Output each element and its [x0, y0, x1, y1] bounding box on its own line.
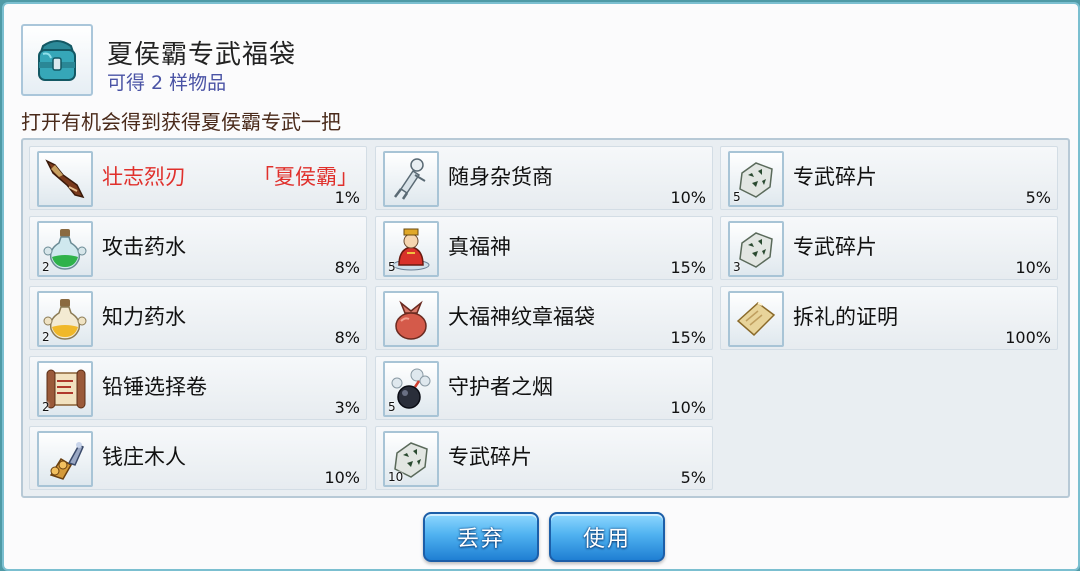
reward-item[interactable]: 拆礼的证明 100% — [720, 286, 1058, 350]
page-title: 夏侯霸专武福袋 — [107, 40, 297, 70]
red-pouch-icon — [387, 295, 435, 343]
item-drop-rate: 5% — [680, 468, 706, 487]
discard-button[interactable]: 丢弃 — [423, 512, 539, 562]
item-icon-frame: 5 — [728, 151, 784, 207]
use-button[interactable]: 使用 — [549, 512, 665, 562]
item-icon-frame: 5 — [383, 361, 439, 417]
reward-item[interactable]: 随身杂货商 10% — [375, 146, 713, 210]
item-name: 真福神 — [448, 235, 511, 259]
item-quantity: 10 — [388, 470, 404, 484]
item-icon-frame — [37, 431, 93, 487]
item-dialog: 夏侯霸专武福袋 可得 2 样物品 打开有机会得到获得夏侯霸专武一把 壮志烈刃 「… — [2, 2, 1080, 571]
item-name: 随身杂货商 — [448, 165, 553, 189]
item-name: 专武碎片 — [793, 235, 877, 259]
item-drop-rate: 8% — [334, 328, 360, 347]
reward-item[interactable]: 3 专武碎片 10% — [720, 216, 1058, 280]
item-drop-rate: 8% — [334, 258, 360, 277]
item-drop-rate: 15% — [670, 328, 706, 347]
item-quantity: 2 — [42, 330, 50, 344]
item-name: 专武碎片 — [793, 165, 877, 189]
item-name: 拆礼的证明 — [793, 305, 898, 329]
blade-icon — [41, 155, 89, 203]
reward-item[interactable]: 2 铅锤选择卷 3% — [29, 356, 367, 420]
item-icon-frame — [37, 151, 93, 207]
item-drop-rate: 10% — [670, 188, 706, 207]
item-drop-rate: 10% — [324, 468, 360, 487]
item-drop-rate: 10% — [670, 398, 706, 417]
item-icon-frame — [383, 291, 439, 347]
reward-item[interactable]: 10 专武碎片 5% — [375, 426, 713, 490]
item-icon-frame: 10 — [383, 431, 439, 487]
item-icon-frame: 2 — [37, 221, 93, 277]
item-icon-frame: 2 — [37, 361, 93, 417]
item-name: 知力药水 — [102, 305, 186, 329]
item-name: 铅锤选择卷 — [102, 375, 207, 399]
item-icon-frame — [728, 291, 784, 347]
item-quantity: 2 — [42, 400, 50, 414]
item-name: 专武碎片 — [448, 445, 532, 469]
reward-item[interactable]: 2 知力药水 8% — [29, 286, 367, 350]
item-quantity: 5 — [733, 190, 741, 204]
item-drop-rate: 10% — [1015, 258, 1051, 277]
teal-bag-icon — [29, 32, 85, 88]
item-icon-frame — [383, 151, 439, 207]
item-quantity: 5 — [388, 260, 396, 274]
item-owner-tag: 「夏侯霸」 — [253, 165, 358, 189]
reward-item[interactable]: 2 攻击药水 8% — [29, 216, 367, 280]
item-drop-rate: 3% — [334, 398, 360, 417]
item-count-subtitle: 可得 2 样物品 — [107, 72, 227, 94]
item-name: 钱庄木人 — [102, 445, 186, 469]
item-drop-rate: 15% — [670, 258, 706, 277]
item-icon-frame: 3 — [728, 221, 784, 277]
item-name: 守护者之烟 — [448, 375, 553, 399]
reward-item[interactable]: 壮志烈刃 「夏侯霸」 1% — [29, 146, 367, 210]
item-quantity: 3 — [733, 260, 741, 274]
reward-grid: 壮志烈刃 「夏侯霸」 1% 2 攻击药水 8% 2 知力药水 8% 2 铅锤选择… — [21, 138, 1070, 498]
item-icon-frame: 5 — [383, 221, 439, 277]
bag-icon-frame — [21, 24, 93, 96]
reward-item[interactable]: 5 真福神 15% — [375, 216, 713, 280]
reward-item[interactable]: 大福神纹章福袋 15% — [375, 286, 713, 350]
wooden-figure-icon — [41, 435, 89, 483]
item-icon-frame: 2 — [37, 291, 93, 347]
item-drop-rate: 1% — [334, 188, 360, 207]
reward-item[interactable]: 5 守护者之烟 10% — [375, 356, 713, 420]
certificate-icon — [732, 295, 780, 343]
reward-item[interactable]: 5 专武碎片 5% — [720, 146, 1058, 210]
item-quantity: 5 — [388, 400, 396, 414]
item-quantity: 2 — [42, 260, 50, 274]
bag-description: 打开有机会得到获得夏侯霸专武一把 — [21, 110, 341, 134]
item-name: 壮志烈刃 — [102, 165, 186, 189]
item-drop-rate: 100% — [1005, 328, 1051, 347]
item-drop-rate: 5% — [1025, 188, 1051, 207]
item-name: 攻击药水 — [102, 235, 186, 259]
reward-item[interactable]: 钱庄木人 10% — [29, 426, 367, 490]
item-name: 大福神纹章福袋 — [448, 305, 595, 329]
merchant-doll-icon — [387, 155, 435, 203]
